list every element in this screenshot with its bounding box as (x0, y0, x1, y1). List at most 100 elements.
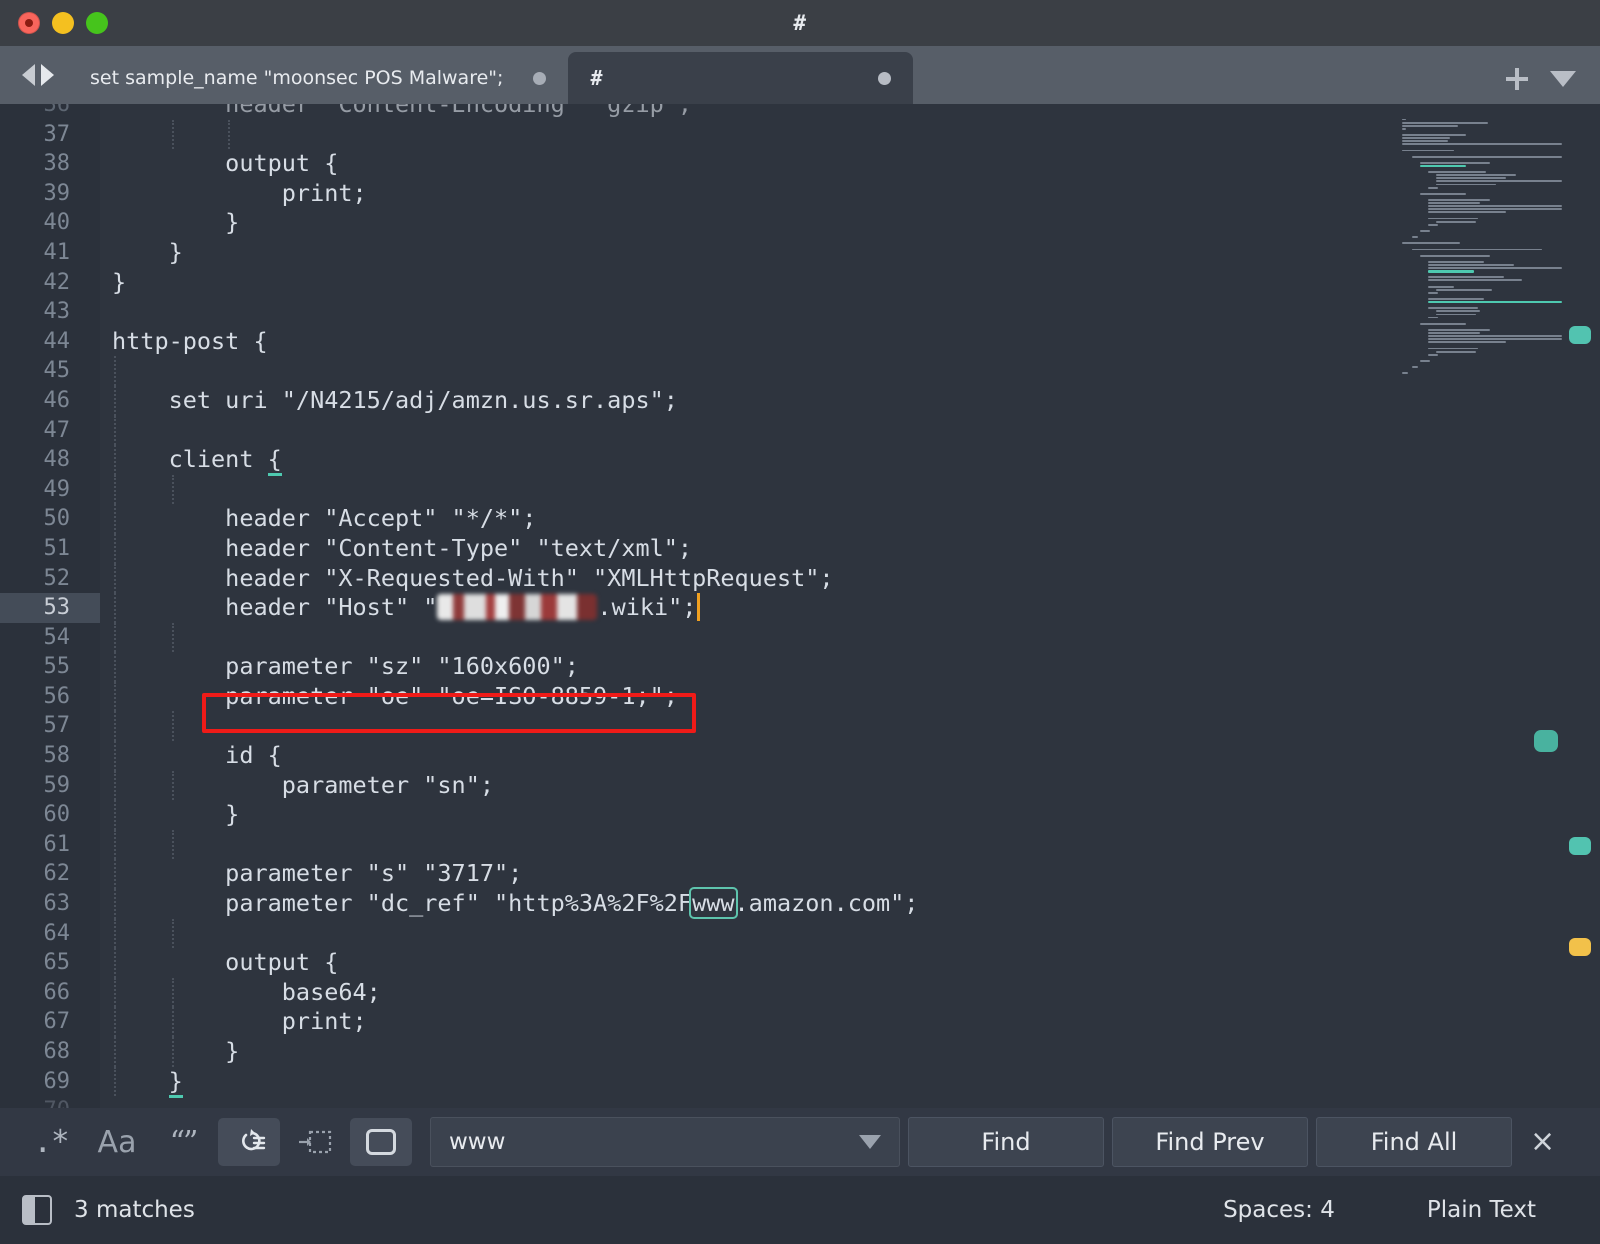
line-text: } (112, 1037, 240, 1065)
minimap-code-bar (1420, 322, 1466, 325)
chevron-down-icon[interactable] (1550, 71, 1576, 87)
indentation-label[interactable]: Spaces: 4 (1223, 1197, 1335, 1223)
chevron-right-icon[interactable] (41, 64, 54, 86)
code-line[interactable]: 38 output { (0, 149, 1600, 179)
whole-word-toggle-icon[interactable]: “” (152, 1118, 214, 1166)
minimap-code-bar (1402, 242, 1460, 245)
code-line[interactable]: 65 output { (0, 948, 1600, 978)
code-line[interactable]: 61 (0, 829, 1600, 860)
line-text: client { (112, 445, 282, 477)
code-line[interactable]: 56 parameter "oe" "oe=ISO-8859-1;"; (0, 681, 1600, 712)
syntax-mode-label[interactable]: Plain Text (1427, 1197, 1536, 1223)
scrollbar-markers[interactable] (1562, 104, 1600, 1108)
tab-sample-name[interactable]: set sample_name "moonsec POS Malware"; (68, 52, 568, 104)
tab-nav-arrows (0, 46, 68, 104)
regex-toggle-icon[interactable]: .* (20, 1118, 82, 1166)
chevron-down-icon[interactable] (859, 1135, 881, 1149)
line-number: 38 (43, 151, 71, 177)
indent-guide (172, 829, 174, 860)
code-line[interactable]: 45 (0, 356, 1600, 386)
plus-icon[interactable] (1506, 68, 1528, 90)
line-number: 45 (43, 358, 71, 384)
line-number: 50 (43, 506, 71, 532)
line-number: 47 (43, 417, 71, 443)
code-line[interactable]: 48 client { (0, 445, 1600, 477)
find-bar: .* Aa “” www Find Find Prev Find All × (0, 1108, 1600, 1176)
code-line[interactable]: 55 parameter "sz" "160x600"; (0, 652, 1600, 682)
code-content[interactable]: 36 header "Content-Encoding" "gzip"; 37 … (0, 104, 1600, 1108)
code-line[interactable]: 62 parameter "s" "3717"; (0, 859, 1600, 890)
line-text: parameter "oe" "oe=ISO-8859-1;"; (112, 681, 678, 710)
sidebar-toggle-icon[interactable] (22, 1195, 52, 1225)
line-number: 69 (43, 1068, 71, 1094)
code-line[interactable]: 51 header "Content-Type" "text/xml"; (0, 533, 1600, 564)
find-prev-button[interactable]: Find Prev (1112, 1117, 1308, 1167)
minimap-code-bar (1420, 229, 1430, 232)
line-number: 37 (43, 121, 71, 147)
code-line[interactable]: 47 (0, 415, 1600, 446)
window-title: # (793, 11, 807, 35)
code-line[interactable]: 43 (0, 297, 1600, 327)
code-line[interactable]: 70 (0, 1096, 1600, 1108)
in-selection-toggle-icon[interactable] (284, 1118, 346, 1166)
code-line[interactable]: 36 header "Content-Encoding" "gzip"; (0, 104, 1600, 120)
editor-window: # set sample_name "moonsec POS Malware";… (0, 0, 1600, 1244)
search-match-highlight: www (689, 887, 738, 920)
line63-suffix: .amazon.com"; (734, 889, 919, 918)
code-line[interactable]: 59 parameter "sn"; (0, 770, 1600, 801)
code-line[interactable]: 69 } (0, 1066, 1600, 1098)
code-line[interactable]: 42 } (0, 268, 1600, 298)
code-line[interactable]: 64 (0, 918, 1600, 949)
minimap-code-bar (1428, 205, 1562, 208)
find-all-button[interactable]: Find All (1316, 1117, 1512, 1167)
line-number: 70 (0, 1096, 78, 1108)
code-line[interactable]: 44 http-post { (0, 327, 1600, 357)
code-line[interactable]: 57 (0, 711, 1600, 742)
minimap-code-bar (1412, 236, 1418, 239)
line-text: header "X-Requested-With" "XMLHttpReques… (112, 563, 834, 592)
tab-hash[interactable]: # (568, 52, 914, 104)
code-line[interactable]: 49 (0, 474, 1600, 505)
wrap-around-toggle-icon[interactable] (218, 1118, 280, 1166)
scroll-marker-match[interactable] (1569, 837, 1591, 855)
indent-guide (228, 119, 230, 150)
code-line[interactable]: 39 print; (0, 179, 1600, 209)
line-number: 67 (43, 1009, 71, 1035)
code-line[interactable]: 40 } (0, 208, 1600, 238)
scroll-marker-match[interactable] (1569, 326, 1591, 344)
code-line-current[interactable]: 53 header "Host" " .wiki"; (0, 593, 1600, 623)
code-line[interactable]: 41 } (0, 238, 1600, 268)
code-line[interactable]: 60 } (0, 800, 1600, 830)
minimap-code-bar (1428, 223, 1438, 226)
code-line[interactable]: 46 set uri "/N4215/adj/amzn.us.sr.aps"; (0, 385, 1600, 416)
minimap-code-bar (1428, 285, 1454, 288)
close-find-bar-button[interactable]: × (1530, 1127, 1555, 1157)
status-bar: 3 matches Spaces: 4 Plain Text (0, 1176, 1600, 1244)
line-text: } (112, 267, 127, 296)
highlight-all-toggle-icon[interactable] (350, 1118, 412, 1166)
minimap-code-bar (1428, 211, 1506, 214)
minimap-lines (1394, 104, 1562, 375)
code-line[interactable]: 50 header "Accept" "*/*"; (0, 504, 1600, 534)
line-text: print; (112, 178, 367, 207)
chevron-left-icon[interactable] (22, 64, 35, 86)
code-line[interactable]: 52 header "X-Requested-With" "XMLHttpReq… (0, 563, 1600, 594)
tab-dirty-indicator[interactable] (533, 71, 547, 85)
scroll-marker-caret[interactable] (1569, 938, 1591, 956)
minimap-code-bar (1428, 202, 1480, 205)
redacted-host-block (437, 594, 598, 621)
search-input[interactable]: www (430, 1117, 900, 1167)
code-line[interactable]: 68 } (0, 1037, 1600, 1067)
minimap-code-bar (1436, 288, 1492, 291)
code-editor[interactable]: 36 header "Content-Encoding" "gzip"; 37 … (0, 104, 1600, 1108)
code-line[interactable]: 37 (0, 119, 1600, 150)
code-minimap[interactable] (1394, 104, 1562, 1108)
tab-dirty-indicator[interactable] (878, 71, 892, 85)
code-line[interactable]: 63 parameter "dc_ref" "http%3A%2F%2Fwww.… (0, 887, 1600, 920)
code-line[interactable]: 66 base64; (0, 977, 1600, 1008)
code-line[interactable]: 67 print; (0, 1007, 1600, 1037)
find-button[interactable]: Find (908, 1117, 1104, 1167)
code-line[interactable]: 54 (0, 622, 1600, 653)
code-line[interactable]: 58 id { (0, 741, 1600, 771)
case-sensitive-toggle-icon[interactable]: Aa (86, 1118, 148, 1166)
